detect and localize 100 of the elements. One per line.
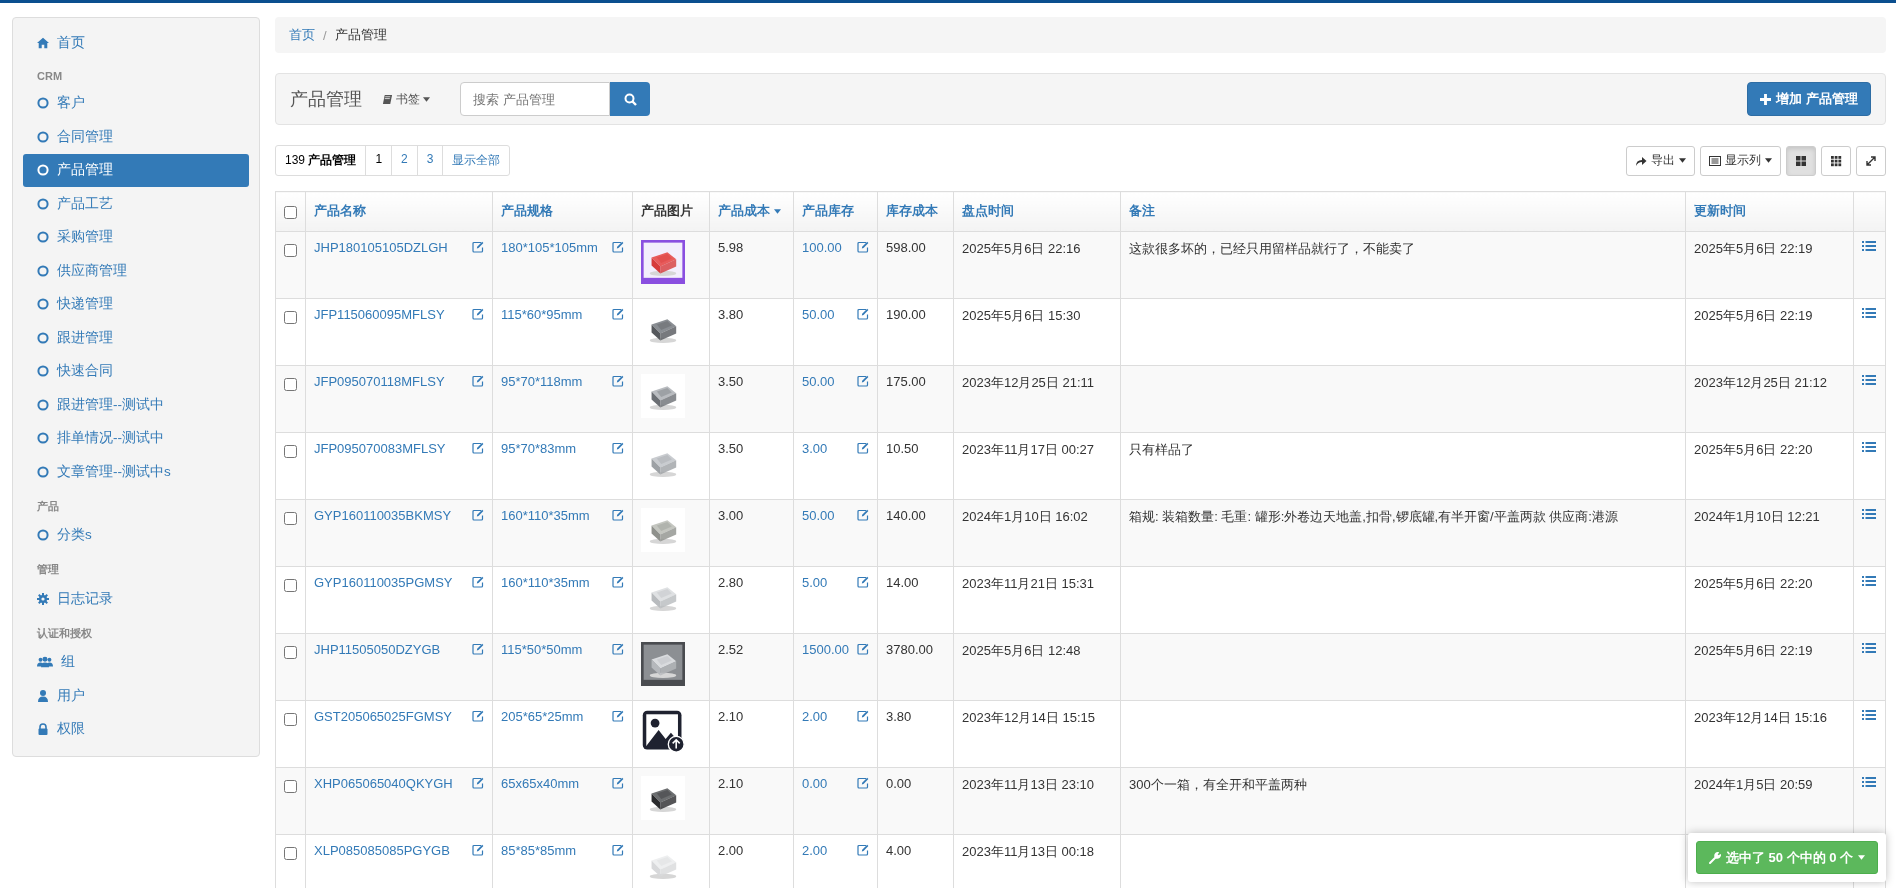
list-icon[interactable] <box>1862 441 1876 453</box>
search-field[interactable]: 搜索 产品管理 <box>460 82 610 116</box>
sidebar-item[interactable]: 分类s <box>23 518 249 552</box>
edit-icon[interactable] <box>857 710 869 722</box>
view-toggle[interactable] <box>1786 145 1816 176</box>
columns-button[interactable]: 显示列 <box>1700 145 1781 176</box>
sidebar-item[interactable]: 权限 <box>23 712 249 746</box>
edit-icon[interactable] <box>857 442 869 454</box>
product-spec-link[interactable]: 115*60*95mm <box>501 307 583 322</box>
sidebar-item[interactable]: 排单情况--测试中 <box>23 421 249 455</box>
product-name-link[interactable]: JFP115060095MFLSY <box>314 307 445 322</box>
product-name-link[interactable]: JFP095070118MFLSY <box>314 374 445 389</box>
sidebar-item[interactable]: 产品工艺 <box>23 187 249 221</box>
sidebar-item[interactable]: 日志记录 <box>23 582 249 616</box>
product-spec-link[interactable]: 95*70*118mm <box>501 374 583 389</box>
stock-link[interactable]: 3.00 <box>802 441 828 456</box>
edit-icon[interactable] <box>472 710 484 722</box>
column-header[interactable]: 盘点时间 <box>962 203 1014 220</box>
edit-icon[interactable] <box>472 509 484 521</box>
row-checkbox[interactable] <box>284 512 297 525</box>
row-checkbox[interactable] <box>284 445 297 458</box>
column-header[interactable]: 产品名称 <box>314 203 366 220</box>
row-checkbox[interactable] <box>284 713 297 726</box>
edit-icon[interactable] <box>857 643 869 655</box>
stock-link[interactable]: 1500.00 <box>802 642 849 657</box>
view-toggle[interactable] <box>1821 145 1851 176</box>
product-spec-link[interactable]: 65x65x40mm <box>501 776 580 791</box>
product-name-link[interactable]: JHP11505050DZYGB <box>314 642 441 657</box>
column-header[interactable]: 更新时间 <box>1694 203 1746 220</box>
edit-icon[interactable] <box>612 576 624 588</box>
edit-icon[interactable] <box>472 643 484 655</box>
list-icon[interactable] <box>1862 307 1876 319</box>
stock-link[interactable]: 2.00 <box>802 843 828 858</box>
sidebar-item[interactable]: 用户 <box>23 679 249 713</box>
column-header[interactable]: 备注 <box>1129 203 1155 220</box>
edit-icon[interactable] <box>612 777 624 789</box>
edit-icon[interactable] <box>612 308 624 320</box>
product-spec-link[interactable]: 160*110*35mm <box>501 508 590 523</box>
sidebar-item[interactable]: 跟进管理--测试中 <box>23 388 249 422</box>
product-name-link[interactable]: GYP160110035BKMSY <box>314 508 452 523</box>
stock-link[interactable]: 50.00 <box>802 374 835 389</box>
edit-icon[interactable] <box>857 308 869 320</box>
sidebar-item[interactable]: 产品管理 <box>23 153 249 187</box>
row-checkbox[interactable] <box>284 780 297 793</box>
edit-icon[interactable] <box>472 375 484 387</box>
list-icon[interactable] <box>1862 776 1876 788</box>
row-checkbox[interactable] <box>284 378 297 391</box>
search-button[interactable] <box>610 82 650 116</box>
edit-icon[interactable] <box>857 375 869 387</box>
product-name-link[interactable]: JFP095070083MFLSY <box>314 441 446 456</box>
stock-link[interactable]: 50.00 <box>802 307 835 322</box>
product-name-link[interactable]: GYP160110035PGMSY <box>314 575 453 590</box>
list-icon[interactable] <box>1862 240 1876 252</box>
sidebar-item[interactable]: 快递管理 <box>23 287 249 321</box>
edit-icon[interactable] <box>857 509 869 521</box>
page-link[interactable]: 1 <box>365 146 392 175</box>
product-name-link[interactable]: XHP065065040QKYGH <box>314 776 453 791</box>
edit-icon[interactable] <box>612 844 624 856</box>
add-button[interactable]: 增加 产品管理 <box>1747 82 1871 116</box>
stock-link[interactable]: 100.00 <box>802 240 842 255</box>
page-link[interactable]: 2 <box>391 146 417 175</box>
product-spec-link[interactable]: 95*70*83mm <box>501 441 577 456</box>
product-spec-link[interactable]: 85*85*85mm <box>501 843 577 858</box>
list-icon[interactable] <box>1862 374 1876 386</box>
edit-icon[interactable] <box>472 241 484 253</box>
page-link[interactable]: 显示全部 <box>442 146 510 175</box>
edit-icon[interactable] <box>612 442 624 454</box>
edit-icon[interactable] <box>857 576 869 588</box>
column-header[interactable]: 产品规格 <box>501 203 553 220</box>
stock-link[interactable]: 50.00 <box>802 508 835 523</box>
product-name-link[interactable]: JHP180105105DZLGH <box>314 240 448 255</box>
edit-icon[interactable] <box>472 777 484 789</box>
sidebar-item[interactable]: 跟进管理 <box>23 321 249 355</box>
list-icon[interactable] <box>1862 709 1876 721</box>
product-spec-link[interactable]: 205*65*25mm <box>501 709 584 724</box>
bookmarks-dropdown[interactable]: 书签 <box>382 90 430 108</box>
select-all-checkbox[interactable] <box>284 205 297 219</box>
sidebar-item[interactable]: 合同管理 <box>23 120 249 154</box>
list-icon[interactable] <box>1862 642 1876 654</box>
edit-icon[interactable] <box>472 442 484 454</box>
product-spec-link[interactable]: 160*110*35mm <box>501 575 590 590</box>
edit-icon[interactable] <box>472 844 484 856</box>
product-spec-link[interactable]: 180*105*105mm <box>501 240 598 255</box>
page-link[interactable]: 3 <box>416 146 443 175</box>
product-name-link[interactable]: GST205065025FGMSY <box>314 709 453 724</box>
sidebar-item[interactable]: 采购管理 <box>23 220 249 254</box>
row-checkbox[interactable] <box>284 646 297 659</box>
list-icon[interactable] <box>1862 575 1876 587</box>
edit-icon[interactable] <box>612 241 624 253</box>
edit-icon[interactable] <box>612 509 624 521</box>
stock-link[interactable]: 5.00 <box>802 575 828 590</box>
breadcrumb-link[interactable]: 首页 <box>289 26 315 44</box>
sidebar-item[interactable]: 文章管理--测试中s <box>23 455 249 489</box>
edit-icon[interactable] <box>857 241 869 253</box>
edit-icon[interactable] <box>472 308 484 320</box>
sidebar-item[interactable]: 组 <box>23 645 249 679</box>
row-checkbox[interactable] <box>284 579 297 592</box>
fullscreen-button[interactable] <box>1856 145 1886 176</box>
sidebar-item[interactable]: 快速合同 <box>23 354 249 388</box>
row-checkbox[interactable] <box>284 847 297 860</box>
